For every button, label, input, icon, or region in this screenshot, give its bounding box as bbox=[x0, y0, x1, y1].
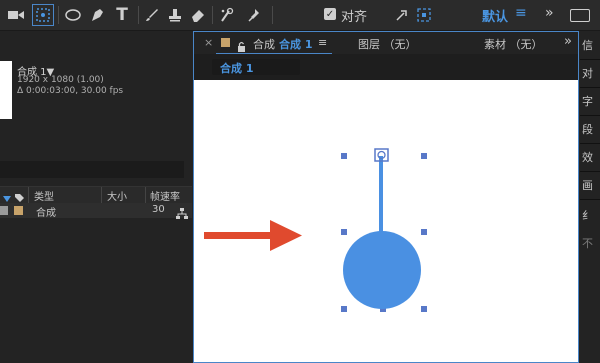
label-color-chip[interactable] bbox=[0, 206, 8, 215]
comp-resolution: 1920 x 1080 (1.00) bbox=[17, 75, 104, 85]
panel-tab-info[interactable]: 信 bbox=[582, 37, 600, 55]
panel-tab-effects[interactable]: 效 bbox=[582, 149, 600, 167]
vertical-line-shape bbox=[379, 156, 383, 270]
comp-color-swatch bbox=[221, 38, 230, 47]
selection-handle bbox=[341, 153, 347, 159]
selection-handle bbox=[341, 306, 347, 312]
panel-tab-disabled: 不 bbox=[582, 237, 593, 250]
align-checkbox[interactable]: ✓ bbox=[324, 8, 336, 20]
panel-tab-misc[interactable]: 纟 bbox=[582, 207, 600, 225]
column-size[interactable]: 大小 bbox=[107, 188, 127, 203]
comp-color-label[interactable] bbox=[14, 206, 23, 215]
comp-breadcrumb[interactable]: 合成 1 bbox=[212, 59, 300, 75]
project-panel: 合成 1▼ 1920 x 1080 (1.00) Δ 0:00:03:00, 3… bbox=[0, 31, 192, 363]
clone-stamp-icon[interactable] bbox=[165, 5, 185, 25]
snap-options-icon[interactable] bbox=[392, 5, 412, 25]
toolbar-divider bbox=[212, 6, 213, 24]
selection-handle bbox=[421, 153, 427, 159]
selection-handle bbox=[341, 229, 347, 235]
video-camera-icon[interactable] bbox=[6, 5, 26, 25]
panel-tab-paragraph[interactable]: 段 bbox=[582, 121, 600, 139]
column-divider[interactable] bbox=[101, 187, 102, 203]
column-type[interactable]: 类型 bbox=[34, 188, 54, 203]
snap-target-icon[interactable] bbox=[414, 5, 434, 25]
comp-tab-bar: × 合成 合成 1 ≡ 图层 （无） 素材 （无） » bbox=[194, 32, 578, 54]
panel-tab-paint[interactable]: 画 bbox=[582, 177, 600, 195]
panel-menu-icon[interactable]: ≡ bbox=[318, 36, 327, 49]
project-search-input[interactable] bbox=[0, 161, 184, 178]
workspace-menu-icon[interactable]: ≡ bbox=[515, 5, 527, 21]
eraser-icon[interactable] bbox=[188, 5, 208, 25]
panel-divider bbox=[580, 171, 600, 172]
ellipse-tool-icon[interactable] bbox=[63, 5, 83, 25]
item-framerate: 30 bbox=[152, 204, 165, 215]
column-divider[interactable] bbox=[145, 187, 146, 203]
comp-thumbnail bbox=[0, 61, 12, 119]
right-panel-stack: 信 对 字 段 效 画 纟 不 bbox=[580, 31, 600, 363]
composition-panel: × 合成 合成 1 ≡ 图层 （无） 素材 （无） » 合成 1 bbox=[193, 31, 579, 363]
panel-divider bbox=[580, 199, 600, 200]
comp-tab-title[interactable]: 合成 bbox=[253, 36, 275, 52]
brush-tool-icon[interactable] bbox=[142, 5, 162, 25]
keyboard-shortcuts-icon[interactable] bbox=[570, 9, 590, 22]
toolbar-divider bbox=[138, 6, 139, 24]
panel-divider bbox=[580, 59, 600, 60]
layer-tab[interactable]: 图层 （无） bbox=[358, 36, 417, 52]
toolbar-divider bbox=[272, 6, 273, 24]
selection-handle bbox=[421, 229, 427, 235]
comp-tab-active[interactable]: 合成 1 bbox=[279, 36, 312, 52]
panel-tab-character[interactable]: 字 bbox=[582, 93, 600, 111]
toolbar: T ✓ 对齐 默认 ≡ » bbox=[0, 0, 600, 31]
panel-tab-align[interactable]: 对 bbox=[582, 65, 600, 83]
panel-divider bbox=[580, 87, 600, 88]
more-tabs-icon[interactable]: » bbox=[564, 34, 572, 49]
roto-brush-icon[interactable] bbox=[217, 5, 237, 25]
comp-breadcrumb-label: 合成 1 bbox=[220, 62, 254, 75]
column-divider[interactable] bbox=[28, 187, 29, 203]
panel-divider bbox=[580, 115, 600, 116]
table-row[interactable]: 合成 30 bbox=[0, 203, 192, 219]
active-tab-underline bbox=[216, 53, 332, 54]
more-workspaces-icon[interactable]: » bbox=[545, 5, 554, 21]
red-arrow-annotation bbox=[204, 220, 302, 251]
footage-tab[interactable]: 素材 （无） bbox=[484, 36, 543, 52]
column-framerate[interactable]: 帧速率 bbox=[150, 188, 180, 203]
type-tool-icon[interactable]: T bbox=[112, 5, 132, 25]
toolbar-divider bbox=[58, 6, 59, 24]
pen-tool-icon[interactable] bbox=[87, 5, 107, 25]
selection-handle bbox=[421, 306, 427, 312]
selection-tool-icon[interactable] bbox=[32, 4, 54, 26]
workspace-default-button[interactable]: 默认 bbox=[482, 6, 508, 25]
panel-divider bbox=[580, 143, 600, 144]
close-icon[interactable]: × bbox=[204, 36, 213, 49]
item-type: 合成 bbox=[36, 208, 56, 219]
align-label: 对齐 bbox=[341, 10, 368, 25]
comp-duration: Δ 0:00:03:00, 30.00 fps bbox=[17, 86, 124, 96]
project-column-header: 类型 大小 帧速率 bbox=[0, 186, 192, 204]
flowchart-icon[interactable] bbox=[176, 205, 188, 224]
puppet-pin-icon[interactable] bbox=[245, 5, 265, 25]
